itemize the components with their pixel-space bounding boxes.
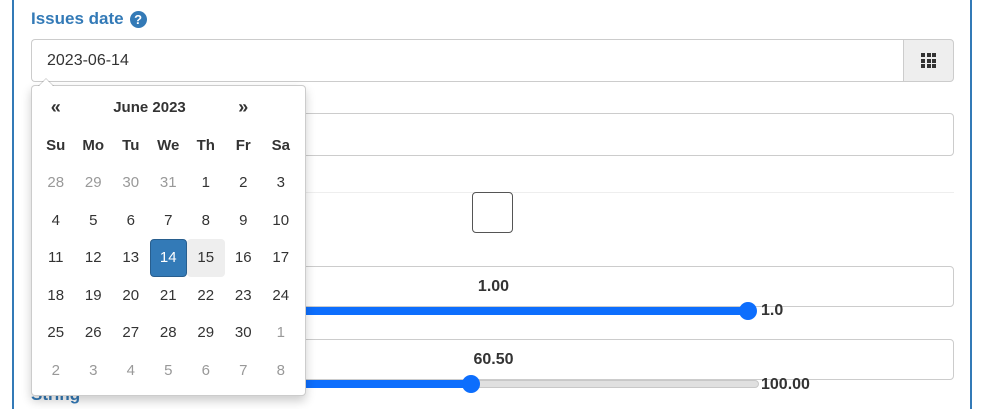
day-cell[interactable]: 16 bbox=[225, 239, 263, 277]
datepicker-table: « June 2023 » Su Mo Tu We Th Fr Sa 28 29 30 31 1 2 3… bbox=[37, 89, 300, 389]
datepicker-days: 28 29 30 31 1 2 3 4 5 6 7 8 9 10 11 12 13 14 15 16 17 18 19 20 2… bbox=[37, 164, 300, 389]
day-cell[interactable]: 4 bbox=[112, 352, 150, 390]
calendar-toggle-button[interactable] bbox=[903, 39, 954, 82]
weekday-header-row: Su Mo Tu We Th Fr Sa bbox=[37, 127, 300, 165]
day-cell[interactable]: 7 bbox=[225, 352, 263, 390]
day-cell[interactable]: 10 bbox=[262, 202, 300, 240]
weekday-header: Tu bbox=[122, 136, 140, 154]
weekday-header: Su bbox=[46, 136, 66, 154]
day-cell[interactable]: 28 bbox=[150, 314, 188, 352]
slider-thumb-2[interactable] bbox=[462, 375, 481, 393]
issues-date-label-text: Issues date bbox=[31, 9, 124, 28]
issues-date-input[interactable]: 2023-06-14 bbox=[31, 39, 904, 82]
slider-max-label-1: 1.0 bbox=[761, 302, 784, 319]
weekday-header: Mo bbox=[82, 136, 105, 154]
next-month-button[interactable]: » bbox=[225, 89, 263, 127]
weekday-header: Fr bbox=[235, 136, 251, 154]
week-row: 2345678 bbox=[37, 352, 300, 390]
month-switch[interactable]: June 2023 bbox=[75, 89, 225, 127]
weekday-header: We bbox=[157, 136, 180, 154]
day-cell[interactable]: 3 bbox=[75, 352, 113, 390]
panel-border-right bbox=[970, 0, 972, 409]
prev-month-button[interactable]: « bbox=[37, 89, 75, 127]
day-cell[interactable]: 31 bbox=[150, 164, 188, 202]
day-cell[interactable]: 8 bbox=[262, 352, 300, 390]
day-cell[interactable]: 1 bbox=[187, 164, 225, 202]
weekday-header: Th bbox=[196, 136, 215, 154]
day-cell[interactable]: 30 bbox=[112, 164, 150, 202]
day-cell[interactable]: 28 bbox=[37, 164, 75, 202]
day-cell[interactable]: 3 bbox=[262, 164, 300, 202]
day-cell-selected[interactable]: 14 bbox=[149, 239, 187, 277]
slider-thumb-1[interactable] bbox=[739, 302, 757, 320]
day-cell[interactable]: 22 bbox=[187, 277, 225, 315]
week-row: 4 5 6 7 8 9 10 bbox=[37, 202, 300, 240]
day-cell[interactable]: 2 bbox=[225, 164, 263, 202]
day-cell[interactable]: 18 bbox=[37, 277, 75, 315]
week-row: 18 19 20 21 22 23 24 bbox=[37, 277, 300, 315]
day-cell[interactable]: 9 bbox=[225, 202, 263, 240]
day-cell[interactable]: 5 bbox=[75, 202, 113, 240]
day-cell[interactable]: 12 bbox=[75, 239, 113, 277]
day-cell[interactable]: 20 bbox=[112, 277, 150, 315]
day-cell[interactable]: 4 bbox=[37, 202, 75, 240]
day-cell[interactable]: 6 bbox=[112, 202, 150, 240]
day-cell[interactable]: 6 bbox=[187, 352, 225, 390]
day-cell[interactable]: 7 bbox=[150, 202, 188, 240]
day-cell[interactable]: 5 bbox=[150, 352, 188, 390]
question-circle-icon[interactable]: ? bbox=[129, 10, 147, 28]
checkbox[interactable] bbox=[472, 192, 513, 233]
panel-border-left bbox=[12, 0, 14, 409]
issues-date-label: Issues date ? bbox=[31, 9, 147, 29]
day-cell[interactable]: 24 bbox=[262, 277, 300, 315]
day-cell[interactable]: 13 bbox=[112, 239, 150, 277]
day-cell[interactable]: 8 bbox=[187, 202, 225, 240]
day-cell[interactable]: 17 bbox=[262, 239, 300, 277]
day-cell[interactable]: 27 bbox=[112, 314, 150, 352]
day-cell[interactable]: 30 bbox=[225, 314, 263, 352]
datepicker-caret-inner bbox=[39, 79, 53, 86]
day-cell[interactable]: 29 bbox=[187, 314, 225, 352]
day-cell[interactable]: 19 bbox=[75, 277, 113, 315]
day-cell[interactable]: 23 bbox=[225, 277, 263, 315]
week-row: 28 29 30 31 1 2 3 bbox=[37, 164, 300, 202]
week-row: 25 26 27 28 29 30 1 bbox=[37, 314, 300, 352]
datepicker-dropdown: « June 2023 » Su Mo Tu We Th Fr Sa 28 29 30 31 1 2 3… bbox=[31, 78, 306, 396]
day-cell[interactable]: 26 bbox=[75, 314, 113, 352]
th-grid-icon bbox=[921, 53, 936, 68]
day-cell[interactable]: 21 bbox=[150, 277, 188, 315]
week-row: 11 12 13 14 15 16 17 bbox=[37, 239, 300, 277]
datepicker-header: « June 2023 » bbox=[37, 89, 300, 127]
weekday-header: Sa bbox=[271, 136, 290, 154]
day-cell-today[interactable]: 15 bbox=[187, 239, 225, 277]
day-cell[interactable]: 29 bbox=[75, 164, 113, 202]
day-cell[interactable]: 1 bbox=[262, 314, 300, 352]
day-cell[interactable]: 11 bbox=[37, 239, 75, 277]
slider-max-label-2: 100.00 bbox=[761, 376, 810, 393]
day-cell[interactable]: 25 bbox=[37, 314, 75, 352]
day-cell[interactable]: 2 bbox=[37, 352, 75, 390]
